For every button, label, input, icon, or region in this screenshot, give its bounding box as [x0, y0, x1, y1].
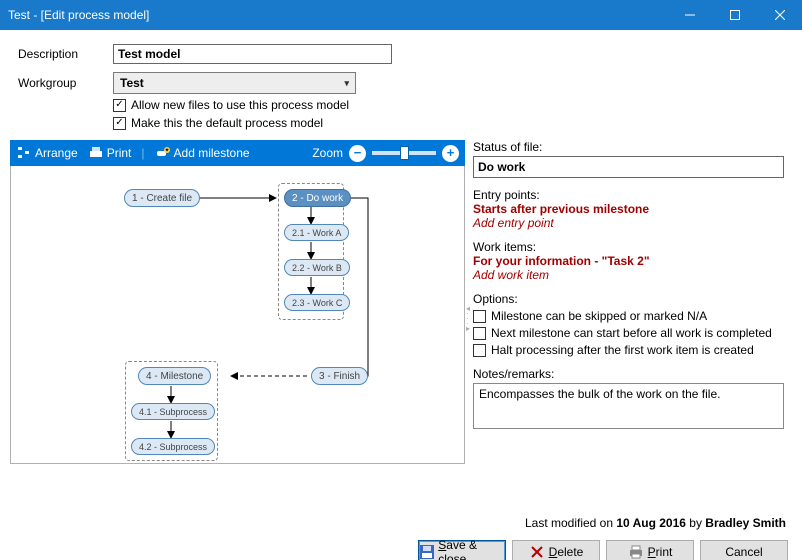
delete-button[interactable]: Delete — [512, 540, 600, 560]
notes-label: Notes/remarks: — [473, 367, 784, 381]
workgroup-value: Test — [120, 76, 144, 90]
node-subprocess-1[interactable]: 4.1 - Subprocess — [131, 403, 215, 420]
chevron-down-icon: ▾ — [344, 78, 349, 89]
print-icon — [628, 544, 644, 560]
options-label: Options: — [473, 292, 784, 306]
entry-point-item[interactable]: Starts after previous milestone — [473, 202, 784, 216]
zoom-in-button[interactable]: + — [442, 145, 459, 162]
option-skip-checkbox[interactable] — [473, 310, 486, 323]
option-next-label: Next milestone can start before all work… — [491, 326, 772, 340]
node-work-a[interactable]: 2.1 - Work A — [284, 224, 349, 241]
close-button[interactable] — [757, 0, 802, 30]
last-modified: Last modified on 10 Aug 2016 by Bradley … — [525, 516, 786, 530]
arrange-button[interactable]: Arrange — [16, 145, 78, 161]
titlebar: Test - [Edit process model] — [0, 0, 802, 30]
option-halt-label: Halt processing after the first work ite… — [491, 343, 754, 357]
window-title: Test - [Edit process model] — [8, 8, 667, 22]
entry-points-label: Entry points: — [473, 188, 784, 202]
add-work-item-link[interactable]: Add work item — [473, 268, 784, 282]
print-button[interactable]: Print — [606, 540, 694, 560]
arrange-icon — [16, 145, 32, 161]
node-work-c[interactable]: 2.3 - Work C — [284, 294, 350, 311]
node-subprocess-2[interactable]: 4.2 - Subprocess — [131, 438, 215, 455]
notes-textarea[interactable] — [473, 383, 784, 429]
node-create-file[interactable]: 1 - Create file — [124, 189, 200, 207]
node-work-b[interactable]: 2.2 - Work B — [284, 259, 350, 276]
splitter-handle[interactable]: ◂···▸ — [466, 304, 470, 327]
maximize-button[interactable] — [712, 0, 757, 30]
zoom-out-button[interactable]: − — [349, 145, 366, 162]
description-input[interactable] — [113, 44, 392, 64]
option-skip-label: Milestone can be skipped or marked N/A — [491, 309, 707, 323]
work-items-label: Work items: — [473, 240, 784, 254]
delete-icon — [529, 544, 545, 560]
toolbar-print-button[interactable]: Print — [88, 145, 132, 161]
zoom-label: Zoom — [312, 146, 343, 160]
allow-new-files-checkbox[interactable] — [113, 99, 126, 112]
save-icon — [419, 544, 434, 560]
zoom-slider[interactable] — [372, 151, 436, 155]
node-milestone[interactable]: 4 - Milestone — [138, 367, 211, 385]
add-milestone-icon: ✦ — [155, 145, 171, 161]
option-halt-checkbox[interactable] — [473, 344, 486, 357]
add-entry-point-link[interactable]: Add entry point — [473, 216, 784, 230]
make-default-checkbox[interactable] — [113, 117, 126, 130]
print-icon — [88, 145, 104, 161]
save-close-button[interactable]: Save & close — [418, 540, 506, 560]
node-do-work[interactable]: 2 - Do work — [284, 189, 351, 207]
diagram-canvas[interactable]: 1 - Create file 2 - Do work 2.1 - Work A… — [10, 166, 465, 464]
status-label: Status of file: — [473, 140, 784, 154]
status-input[interactable] — [473, 156, 784, 178]
description-label: Description — [18, 47, 113, 61]
svg-text:✦: ✦ — [164, 147, 169, 154]
workgroup-select[interactable]: Test ▾ — [113, 72, 356, 94]
add-milestone-button[interactable]: ✦ Add milestone — [155, 145, 250, 161]
cancel-button[interactable]: Cancel — [700, 540, 788, 560]
option-next-checkbox[interactable] — [473, 327, 486, 340]
node-finish[interactable]: 3 - Finish — [311, 367, 368, 385]
diagram-toolbar: Arrange Print | ✦ Add milestone Zoom − + — [10, 140, 465, 166]
workgroup-label: Workgroup — [18, 76, 113, 90]
work-item[interactable]: For your information - "Task 2" — [473, 254, 784, 268]
make-default-label: Make this the default process model — [131, 116, 323, 130]
minimize-button[interactable] — [667, 0, 712, 30]
allow-new-files-label: Allow new files to use this process mode… — [131, 98, 349, 112]
